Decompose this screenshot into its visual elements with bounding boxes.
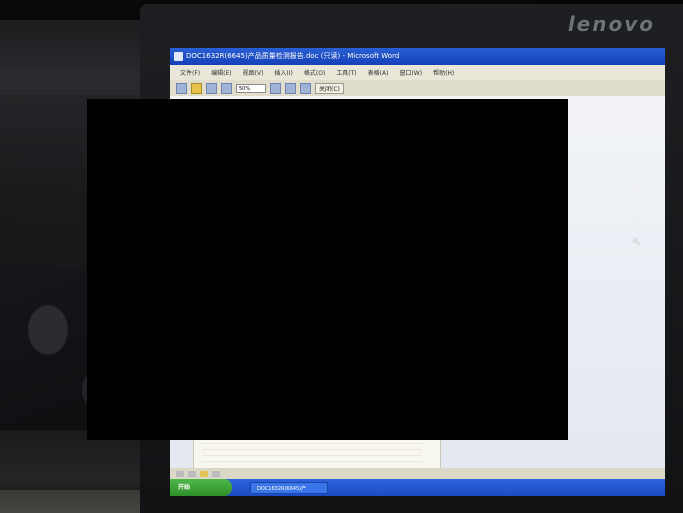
ruler-icon[interactable] bbox=[270, 82, 281, 94]
taskbar: 开始 DOC1632R(6645)产 bbox=[170, 479, 665, 496]
mouse-cursor-icon: ↖ bbox=[632, 235, 642, 248]
print-view-icon[interactable] bbox=[200, 470, 208, 477]
window-title: DOC1632R(6645)产品质量检测报告.doc (只读) - Micros… bbox=[186, 52, 400, 60]
menu-file[interactable]: 文件(F) bbox=[180, 68, 200, 77]
menu-help[interactable]: 帮助(H) bbox=[433, 68, 454, 77]
web-view-icon[interactable] bbox=[188, 470, 196, 477]
taskbar-word-button[interactable]: DOC1632R(6645)产 bbox=[250, 481, 328, 494]
menu-format[interactable]: 格式(O) bbox=[304, 68, 325, 77]
print-icon[interactable] bbox=[191, 82, 202, 94]
menu-view[interactable]: 视图(V) bbox=[243, 68, 264, 77]
status-bar bbox=[170, 468, 665, 479]
magnifier-icon[interactable] bbox=[206, 82, 217, 94]
close-preview-button[interactable]: 关闭(C) bbox=[315, 82, 344, 94]
zoom-select[interactable]: 50% bbox=[236, 83, 266, 93]
page-content bbox=[202, 440, 422, 462]
monitor-brand-logo: lenovo bbox=[567, 12, 655, 36]
menu-window[interactable]: 窗口(W) bbox=[399, 68, 422, 77]
menu-insert[interactable]: 插入(I) bbox=[274, 68, 292, 77]
word-icon bbox=[174, 52, 183, 61]
menu-tools[interactable]: 工具(T) bbox=[336, 68, 356, 77]
normal-view-icon[interactable] bbox=[176, 470, 184, 477]
menu-table[interactable]: 表格(A) bbox=[368, 68, 389, 77]
toolbar: 50% 关闭(C) bbox=[170, 80, 665, 96]
redaction-box bbox=[87, 99, 568, 440]
shrink-icon[interactable] bbox=[285, 82, 296, 94]
outline-view-icon[interactable] bbox=[212, 470, 220, 477]
start-button[interactable]: 开始 bbox=[170, 479, 232, 496]
full-screen-icon[interactable] bbox=[300, 82, 311, 94]
menu-bar: 文件(F) 编辑(E) 视图(V) 插入(I) 格式(O) 工具(T) 表格(A… bbox=[170, 65, 665, 80]
print-preview-icon[interactable] bbox=[176, 82, 187, 94]
window-titlebar: DOC1632R(6645)产品质量检测报告.doc (只读) - Micros… bbox=[170, 48, 665, 65]
menu-edit[interactable]: 编辑(E) bbox=[211, 68, 231, 77]
photo-scene: lenovo DOC1632R(6645)产品质量检测报告.doc (只读) -… bbox=[0, 0, 683, 513]
single-page-icon[interactable] bbox=[221, 82, 232, 94]
